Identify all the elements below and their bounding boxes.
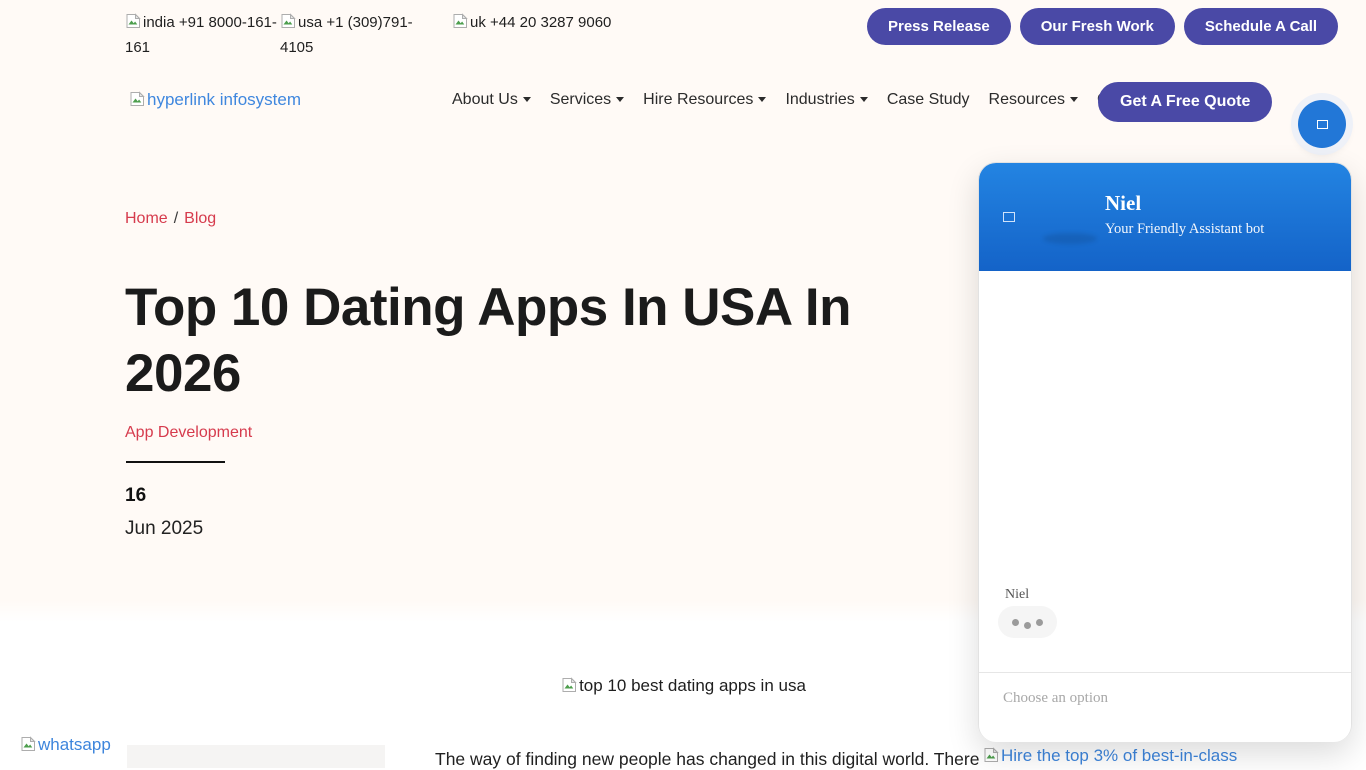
chevron-down-icon: [616, 97, 624, 102]
nav-hire-resources[interactable]: Hire Resources: [643, 91, 766, 109]
toc-placeholder: [127, 745, 385, 768]
whatsapp-button[interactable]: whatsapp: [20, 735, 111, 755]
nav-services[interactable]: Services: [550, 91, 624, 109]
get-a-free-quote-button[interactable]: Get A Free Quote: [1098, 82, 1272, 122]
logo-alt-text: hyperlink infosystem: [147, 90, 301, 109]
flag-alt-text: usa: [298, 14, 322, 31]
chat-widget: Niel Your Friendly Assistant bot Niel Ch…: [978, 162, 1352, 742]
whatsapp-alt-text: whatsapp: [38, 735, 111, 754]
chat-message-area: Niel: [979, 271, 1351, 672]
broken-image-icon: [983, 747, 999, 763]
nav-item-label: Resources: [989, 91, 1065, 108]
topbar-actions: Press Release Our Fresh Work Schedule A …: [867, 8, 1338, 45]
page-title: Top 10 Dating Apps In USA In 2026: [125, 275, 895, 408]
broken-image-icon: [280, 13, 296, 29]
navbar: hyperlink infosystem About Us Services H…: [0, 72, 1366, 128]
broken-image-icon: [1317, 120, 1328, 129]
broken-image-icon: [561, 677, 577, 693]
hero-image-alt-text: top 10 best dating apps in usa: [579, 676, 806, 695]
chat-avatar: [1003, 209, 1015, 227]
chevron-down-icon: [758, 97, 766, 102]
typing-dot: [1012, 619, 1019, 626]
nav-item-label: Case Study: [887, 91, 970, 108]
chat-footer: Choose an option: [979, 672, 1351, 742]
our-fresh-work-button[interactable]: Our Fresh Work: [1020, 8, 1175, 45]
breadcrumb-home-link[interactable]: Home: [125, 210, 168, 227]
page: india +91 8000-161-161 usa +1 (309)791-4…: [0, 0, 1366, 768]
logo-link[interactable]: hyperlink infosystem: [129, 90, 301, 110]
nav-item-label: Hire Resources: [643, 91, 753, 108]
typing-dot: [1024, 622, 1031, 629]
chat-bot-tagline: Your Friendly Assistant bot: [1105, 221, 1264, 238]
typing-dot: [1036, 619, 1043, 626]
nav-item-label: About Us: [452, 91, 518, 108]
hire-top-talent-link[interactable]: Hire the top 3% of best-in-class: [983, 746, 1237, 766]
nav-item-label: Industries: [785, 91, 854, 108]
category-link[interactable]: App Development: [125, 424, 252, 442]
chat-option-input[interactable]: Choose an option: [1003, 690, 1108, 707]
main-nav: About Us Services Hire Resources Industr…: [452, 91, 1176, 109]
broken-image-icon: [452, 13, 468, 29]
breadcrumb-blog-link[interactable]: Blog: [184, 210, 216, 227]
breadcrumb: Home / Blog: [125, 210, 216, 228]
hero-image-broken: top 10 best dating apps in usa: [435, 676, 932, 696]
flag-alt-text: uk: [470, 14, 486, 31]
chat-avatar-shadow: [1043, 233, 1097, 244]
chevron-down-icon: [1070, 97, 1078, 102]
publish-date-day: 16: [125, 485, 146, 507]
phone-uk[interactable]: uk +44 20 3287 9060: [452, 10, 611, 35]
phone-usa[interactable]: usa +1 (309)791-4105: [280, 10, 420, 60]
flag-alt-text: india: [143, 14, 175, 31]
chevron-down-icon: [523, 97, 531, 102]
breadcrumb-separator: /: [174, 210, 178, 227]
typing-indicator: [998, 606, 1057, 638]
nav-case-study[interactable]: Case Study: [887, 91, 970, 109]
topbar: india +91 8000-161-161 usa +1 (309)791-4…: [0, 0, 1366, 56]
broken-image-icon: [20, 736, 36, 752]
nav-about-us[interactable]: About Us: [452, 91, 531, 109]
article-paragraph: The way of finding new people has change…: [435, 749, 979, 770]
nav-resources[interactable]: Resources: [989, 91, 1078, 109]
nav-item-label: Services: [550, 91, 611, 108]
hire-link-alt-text: Hire the top 3% of best-in-class: [1001, 746, 1237, 765]
chat-header: Niel Your Friendly Assistant bot: [979, 163, 1351, 271]
publish-date-month-year: Jun 2025: [125, 518, 203, 540]
chat-bot-name: Niel: [1105, 191, 1141, 216]
phone-list: india +91 8000-161-161 usa +1 (309)791-4…: [125, 10, 611, 60]
broken-image-icon: [129, 91, 145, 107]
chat-sender-label: Niel: [1005, 587, 1029, 603]
title-divider: [126, 461, 225, 463]
broken-image-icon: [125, 13, 141, 29]
nav-industries[interactable]: Industries: [785, 91, 867, 109]
phone-india[interactable]: india +91 8000-161-161: [125, 10, 277, 60]
broken-image-icon: [1003, 212, 1015, 222]
phone-number: +44 20 3287 9060: [490, 14, 611, 31]
press-release-button[interactable]: Press Release: [867, 8, 1011, 45]
schedule-a-call-button[interactable]: Schedule A Call: [1184, 8, 1338, 45]
chevron-down-icon: [860, 97, 868, 102]
chat-launcher-button[interactable]: [1298, 100, 1346, 148]
